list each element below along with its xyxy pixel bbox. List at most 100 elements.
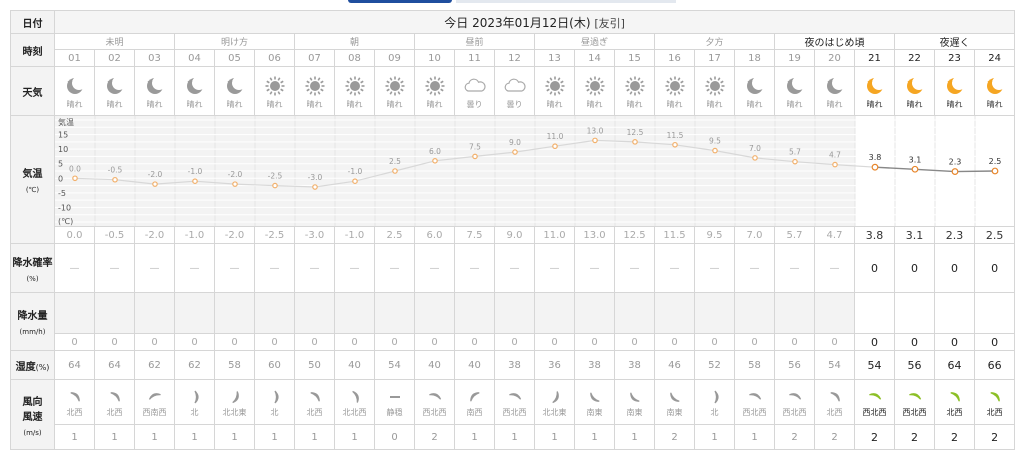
wind-direction-cell: 西北西 xyxy=(494,379,535,425)
temperature-value: -3.0 xyxy=(294,226,335,244)
temperature-value: 9.5 xyxy=(694,226,735,244)
wind-arrow-icon xyxy=(70,391,80,401)
period-cell: 夕方 xyxy=(654,33,775,50)
temperature-point xyxy=(272,182,278,189)
humidity-cell: 66 xyxy=(973,350,1016,380)
wind-speed-cell: 1 xyxy=(494,424,535,450)
hour-cell: 04 xyxy=(174,49,215,67)
wind-speed-cell: 2 xyxy=(894,424,935,450)
rain-amount-bar-cell xyxy=(654,292,695,334)
moon-icon xyxy=(226,75,246,94)
temperature-point xyxy=(871,163,879,171)
temperature-value: 13.0 xyxy=(574,226,615,244)
hour-cell: 08 xyxy=(334,49,375,67)
rain-prob-cell: 0 xyxy=(973,243,1016,293)
wind-direction-cell: 北北東 xyxy=(534,379,575,425)
chart-y-tick: 15 xyxy=(58,131,68,140)
temperature-point xyxy=(192,178,198,184)
wind-speed-cell: 0 xyxy=(374,424,415,450)
temperature-point xyxy=(712,147,718,154)
temperature-value: -1.0 xyxy=(174,226,215,244)
hour-cell: 16 xyxy=(654,49,695,67)
wind-arrow-icon xyxy=(428,392,441,400)
cloud-icon xyxy=(464,78,486,92)
temperature-value: 6.0 xyxy=(414,226,455,244)
date-text: 今日 2023年01月12日(木) xyxy=(444,15,591,30)
wind-arrow-icon xyxy=(950,391,960,401)
rain-amount-bar-cell xyxy=(614,292,655,334)
temperature-point xyxy=(152,181,158,187)
wind-speed-cell: 2 xyxy=(654,424,695,450)
rain-probability-row: 降水確率 (%) — — — — — — — — — — — — — — — — — — — —0 0 0 0 xyxy=(10,243,1016,293)
humidity-cell: 50 xyxy=(294,350,335,380)
rain-prob-cell: — xyxy=(454,243,495,293)
rain-amount-bar-cell xyxy=(734,292,775,334)
humidity-cell: 54 xyxy=(374,350,415,380)
weather-label: 晴れ xyxy=(906,99,923,109)
rain-amount-value: 0 xyxy=(94,333,135,351)
temperature-data-label: 11.5 xyxy=(667,131,684,140)
temperature-data-label: 2.3 xyxy=(949,158,962,167)
wind-direction-cell: 南東 xyxy=(574,379,615,425)
moon-icon xyxy=(946,75,966,94)
temperature-point xyxy=(632,139,638,145)
rain-amount-bar-cell xyxy=(494,292,535,334)
weather-cell: 晴れ xyxy=(934,66,975,116)
wind-direction-label: 静穏 xyxy=(386,407,403,417)
wind-direction-cell: 北西 xyxy=(934,379,975,425)
humidity-cell: 62 xyxy=(174,350,215,380)
weather-cell: 晴れ xyxy=(894,66,935,116)
wind-arrow-icon xyxy=(310,391,320,401)
wind-arrow-icon xyxy=(990,391,1000,401)
rain-prob-cell: — xyxy=(774,243,815,293)
temperature-data-label: 13.0 xyxy=(587,126,604,135)
temperature-chart-row: 気温 (℃) 気温 15 10 5 0 -5 -10 (℃) 0.0 -0.5 -2.0 -1.0 -2… xyxy=(10,115,1016,244)
hour-cell: 06 xyxy=(254,49,295,67)
rain-amount-bar-cell xyxy=(894,292,935,334)
temperature-data-label: 4.7 xyxy=(829,151,841,160)
weather-label: 晴れ xyxy=(666,99,683,109)
wind-unit: (m/s) xyxy=(23,428,42,437)
sun-icon xyxy=(705,76,724,95)
moon-icon xyxy=(826,75,846,94)
hour-cell: 01 xyxy=(54,49,95,67)
rain-prob-cell: — xyxy=(614,243,655,293)
weather-label: 晴れ xyxy=(586,99,603,109)
temperature-value: 7.5 xyxy=(454,226,495,244)
temperature-value: 11.5 xyxy=(654,226,695,244)
rain-amount-bar-cell xyxy=(414,292,455,334)
rain-amount-bar-cell xyxy=(134,292,175,334)
sun-icon xyxy=(665,76,684,95)
wind-speed-cell: 1 xyxy=(454,424,495,450)
rain-amount-value: 0 xyxy=(814,333,855,351)
active-tab-indicator xyxy=(348,0,452,3)
wind-direction-label: 南東 xyxy=(586,407,603,417)
wind-direction-label: 南東 xyxy=(666,407,683,417)
rain-amount-value: 0 xyxy=(294,333,335,351)
temperature-point xyxy=(232,181,238,187)
humidity-cell: 56 xyxy=(774,350,815,380)
rain-prob-cell: — xyxy=(374,243,415,293)
wind-direction-cell: 南東 xyxy=(614,379,655,425)
period-cell: 昼過ぎ xyxy=(534,33,655,50)
rain-amount-value: 0 xyxy=(894,333,935,351)
wind-direction-label: 西北西 xyxy=(862,407,887,417)
humidity-cell: 40 xyxy=(334,350,375,380)
rain-amount-value: 0 xyxy=(374,333,415,351)
humidity-cell: 38 xyxy=(574,350,615,380)
humidity-cell: 64 xyxy=(94,350,135,380)
weather-label: 晴れ xyxy=(826,99,843,109)
temperature-value: 2.5 xyxy=(973,226,1016,244)
weather-label: 晴れ xyxy=(626,99,643,109)
chart-y-tick: 5 xyxy=(58,160,63,169)
weather-cell: 晴れ xyxy=(654,66,695,116)
humidity-cell: 46 xyxy=(654,350,695,380)
temperature-point xyxy=(991,167,999,175)
wind-speed-row: 111111110211111211222222 xyxy=(11,424,1016,450)
chart-y-title: 気温 xyxy=(58,117,74,127)
rain-prob-cell: 0 xyxy=(854,243,895,293)
wind-direction-cell: 西南西 xyxy=(134,379,175,425)
moon-icon xyxy=(866,75,886,94)
time-label: 時刻 xyxy=(10,33,55,67)
wind-direction-label: 北 xyxy=(710,407,719,417)
